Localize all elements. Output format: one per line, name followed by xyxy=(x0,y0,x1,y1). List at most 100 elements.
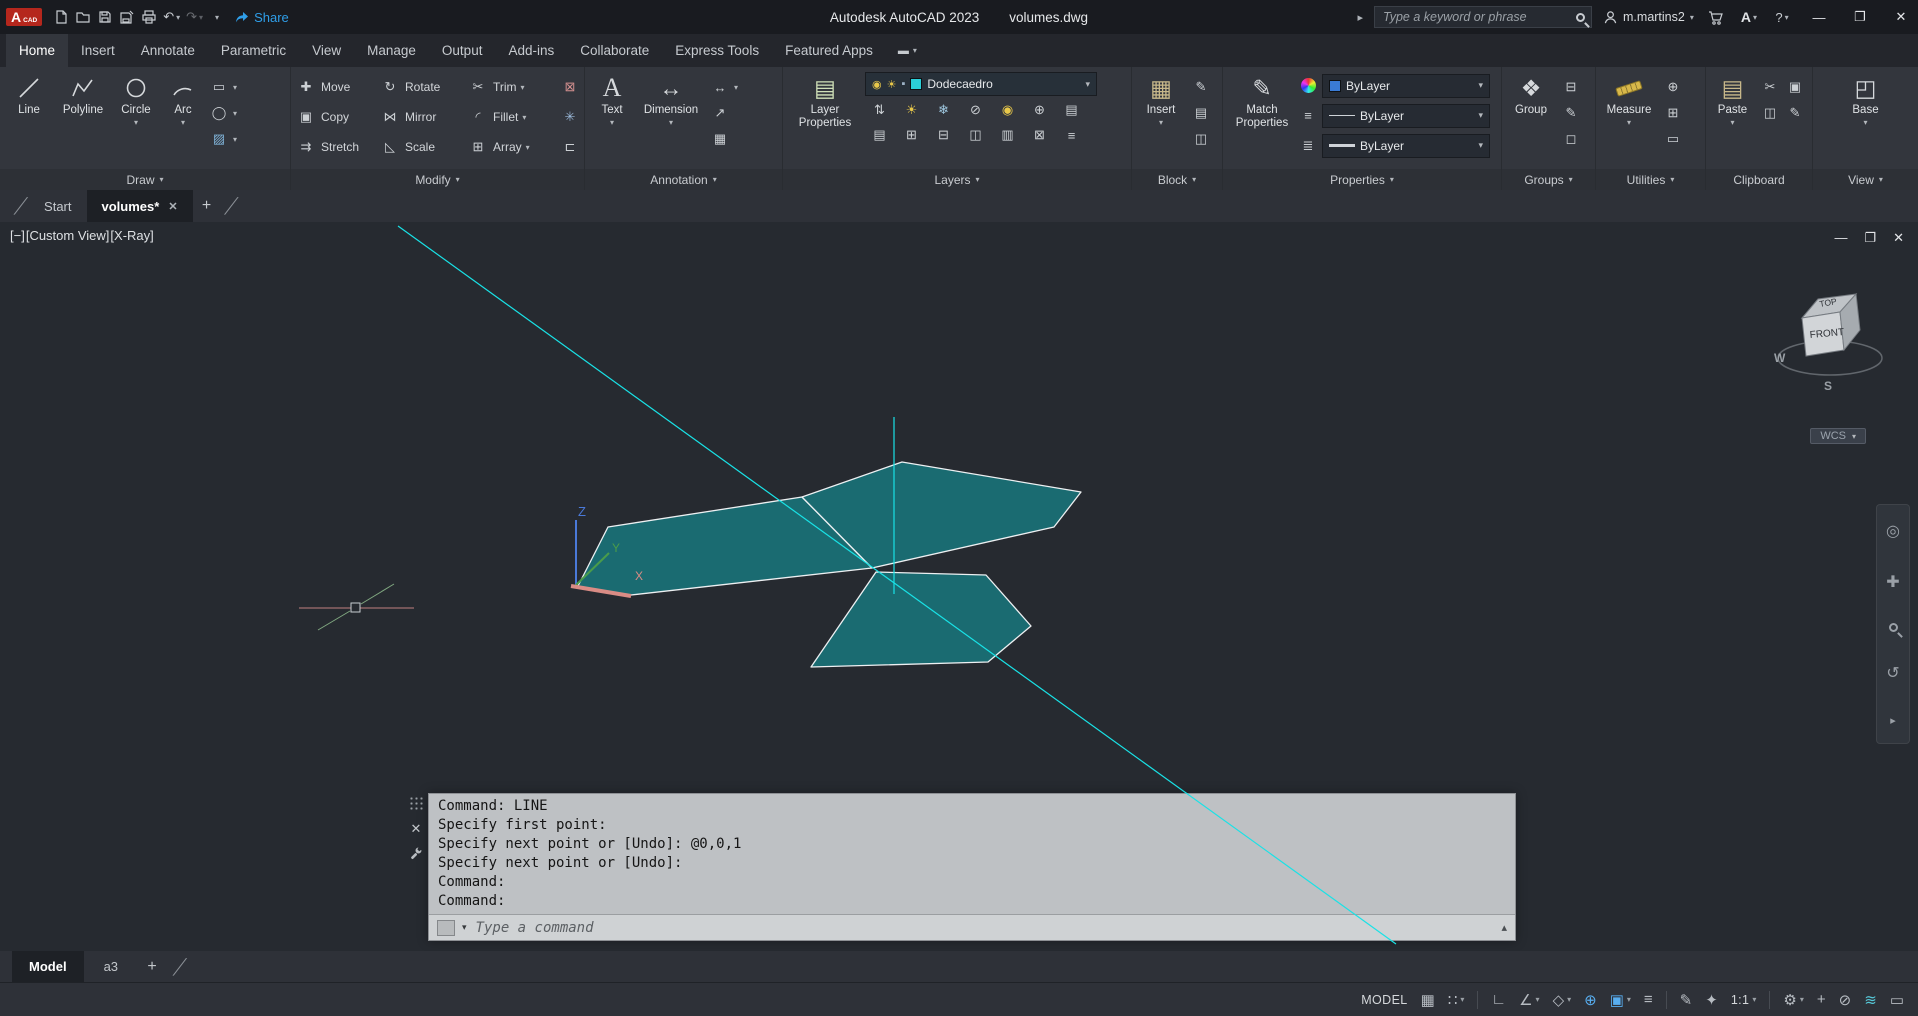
polar-caret-icon[interactable]: ▾ xyxy=(1536,995,1540,1004)
ribbon-tab-insert[interactable]: Insert xyxy=(68,34,128,67)
command-customize-wrench-icon[interactable] xyxy=(409,846,423,860)
redo-caret-icon[interactable]: ▾ xyxy=(199,13,203,22)
text-button[interactable]: A Text ▾ xyxy=(589,70,635,169)
insert-button[interactable]: ▦ Insert ▾ xyxy=(1136,70,1186,169)
fillet-button[interactable]: ◜Fillet▾ xyxy=(467,107,559,127)
snap-toggle[interactable]: ∷▾ xyxy=(1448,991,1465,1009)
snap-caret-icon[interactable]: ▾ xyxy=(1460,995,1464,1004)
viewport-visual-style-control[interactable]: [X-Ray] xyxy=(110,228,153,243)
ribbon-tab-collaborate[interactable]: Collaborate xyxy=(567,34,662,67)
offset-button[interactable]: ⊏ xyxy=(559,137,585,157)
trim-button[interactable]: ✂Trim▾ xyxy=(467,77,559,97)
model-space-toggle[interactable]: MODEL xyxy=(1361,993,1407,1007)
navbar-more-icon[interactable]: ▸ xyxy=(1890,714,1896,727)
dimension-style-button[interactable]: ↔ ▾ xyxy=(707,74,740,100)
viewcube-west-label[interactable]: W xyxy=(1774,351,1786,365)
workspace-caret-icon[interactable]: ▾ xyxy=(1800,995,1804,1004)
panel-label-clipboard[interactable]: Clipboard xyxy=(1706,169,1812,190)
layer-state-icon[interactable]: ⇅ xyxy=(865,99,894,121)
ellipse-button[interactable]: ◯ ▾ xyxy=(206,100,239,126)
autodesk-apps-button[interactable]: A ▾ xyxy=(1738,3,1760,31)
ribbon-tab-parametric[interactable]: Parametric xyxy=(208,34,299,67)
ribbon-tab-addins[interactable]: Add-ins xyxy=(495,34,567,67)
layer-dropdown[interactable]: ◉ ☀ ▪ Dodecaedro ▾ xyxy=(865,72,1097,96)
panel-label-properties[interactable]: Properties ▾ xyxy=(1223,169,1501,190)
panel-label-view[interactable]: View ▾ xyxy=(1813,169,1918,190)
mirror-button[interactable]: ⋈Mirror xyxy=(379,107,467,127)
search-input[interactable] xyxy=(1381,9,1570,25)
app-store-button[interactable] xyxy=(1705,3,1727,31)
file-tab-volumes[interactable]: volumes* ✕ xyxy=(87,190,193,222)
command-recent-caret-icon[interactable]: ▾ xyxy=(462,922,467,933)
edit-attributes-button[interactable]: ✎ xyxy=(1188,74,1214,100)
ribbon-tab-view[interactable]: View xyxy=(299,34,354,67)
id-point-button[interactable]: ⊕ xyxy=(1660,74,1686,100)
erase-button[interactable]: ⊠ xyxy=(559,77,585,97)
ribbon-tab-annotate[interactable]: Annotate xyxy=(128,34,208,67)
command-history[interactable]: Command: LINE Specify first point: Speci… xyxy=(429,794,1515,914)
ribbon-tab-express-tools[interactable]: Express Tools xyxy=(662,34,772,67)
polar-tracking-toggle[interactable]: ∠▾ xyxy=(1519,991,1539,1009)
ribbon-tab-output[interactable]: Output xyxy=(429,34,496,67)
panel-label-utilities[interactable]: Utilities ▾ xyxy=(1596,169,1705,190)
file-tab-start[interactable]: Start xyxy=(29,190,86,222)
drawing-area[interactable]: Z Y X [−] [Custom View] [X-Ray] — ❐ ✕ xyxy=(0,222,1918,951)
save-button[interactable] xyxy=(94,3,116,31)
autocad-logo[interactable]: A CAD xyxy=(0,8,50,26)
panel-label-draw[interactable]: Draw ▾ xyxy=(0,169,290,190)
command-recent-button[interactable] xyxy=(437,920,455,936)
command-input[interactable] xyxy=(474,919,1495,937)
panel-label-annotation[interactable]: Annotation ▾ xyxy=(585,169,782,190)
isometric-drafting-toggle[interactable]: ◇▾ xyxy=(1553,991,1572,1009)
cut-button[interactable]: ✂ ▣ xyxy=(1757,74,1808,100)
line-button[interactable]: Line xyxy=(4,70,54,169)
isodraft-caret-icon[interactable]: ▾ xyxy=(1567,995,1571,1004)
layer-copy-icon[interactable]: ▥ xyxy=(993,124,1022,146)
ribbon-display-toggle[interactable]: ▬ ▾ xyxy=(898,34,917,67)
panel-label-block[interactable]: Block ▾ xyxy=(1132,169,1222,190)
paste-button[interactable]: ▤ Paste ▾ xyxy=(1710,70,1755,169)
close-button[interactable]: ✕ xyxy=(1886,0,1916,34)
lineweight-toggle[interactable]: ≡ xyxy=(1644,991,1653,1008)
minimize-button[interactable]: — xyxy=(1804,0,1834,34)
search-icon[interactable] xyxy=(1576,13,1585,22)
viewport-view-control[interactable]: [Custom View] xyxy=(26,228,110,243)
polyline-button[interactable]: Polyline xyxy=(56,70,110,169)
command-expand-icon[interactable]: ▴ xyxy=(1501,921,1507,934)
help-button[interactable]: ? ▾ xyxy=(1771,3,1793,31)
object-snap-tracking-toggle[interactable]: ⊕ xyxy=(1584,991,1597,1009)
undo-caret-icon[interactable]: ▾ xyxy=(176,13,180,22)
qat-menu-button[interactable]: ▾ xyxy=(206,3,228,31)
search-expand-icon[interactable]: ▸ xyxy=(1357,11,1363,24)
layer-freeze-icon[interactable]: ❄ xyxy=(929,99,958,121)
drawing-minimize-icon[interactable]: — xyxy=(1834,230,1847,246)
ungroup-button[interactable]: ⊟ xyxy=(1558,74,1584,100)
block-editor-button[interactable]: ◫ xyxy=(1188,126,1214,152)
hatch-button[interactable]: ▨ ▾ xyxy=(206,126,239,152)
layout-tab-a3[interactable]: a3 xyxy=(87,951,135,982)
group-edit-button[interactable]: ✎ xyxy=(1558,100,1584,126)
dimension-button[interactable]: ↔ Dimension ▾ xyxy=(637,70,705,169)
scale-caret-icon[interactable]: ▾ xyxy=(1752,995,1756,1004)
annotation-visibility-toggle[interactable]: ✦ xyxy=(1705,991,1718,1009)
circle-button[interactable]: Circle ▾ xyxy=(112,70,160,169)
layer-off-icon[interactable]: ⊘ xyxy=(961,99,990,121)
copy-button[interactable]: ▣Copy xyxy=(295,107,379,127)
panel-label-layers[interactable]: Layers ▾ xyxy=(783,169,1131,190)
point-style-button[interactable]: ▭ xyxy=(1660,126,1686,152)
layer-previous-icon[interactable]: ▤ xyxy=(865,124,894,146)
layer-lock-fade-icon[interactable]: ⊠ xyxy=(1025,124,1054,146)
new-layout-button[interactable]: + xyxy=(138,958,166,976)
command-close-icon[interactable]: ✕ xyxy=(411,821,422,837)
scale-button[interactable]: ◺Scale xyxy=(379,137,467,157)
arc-button[interactable]: Arc ▾ xyxy=(162,70,204,169)
graphics-performance-button[interactable]: ≋ xyxy=(1864,991,1877,1009)
explode-button[interactable]: ✳ xyxy=(559,107,585,127)
drawing-restore-icon[interactable]: ❐ xyxy=(1864,230,1876,246)
leader-button[interactable]: ↗ xyxy=(707,100,740,126)
osnap-caret-icon[interactable]: ▾ xyxy=(1627,995,1631,1004)
panel-label-modify[interactable]: Modify ▾ xyxy=(291,169,584,190)
isolate-objects-button[interactable]: ⊘ xyxy=(1839,991,1852,1009)
ribbon-tab-manage[interactable]: Manage xyxy=(354,34,429,67)
account-button[interactable]: m.martins2 ▾ xyxy=(1603,10,1694,25)
